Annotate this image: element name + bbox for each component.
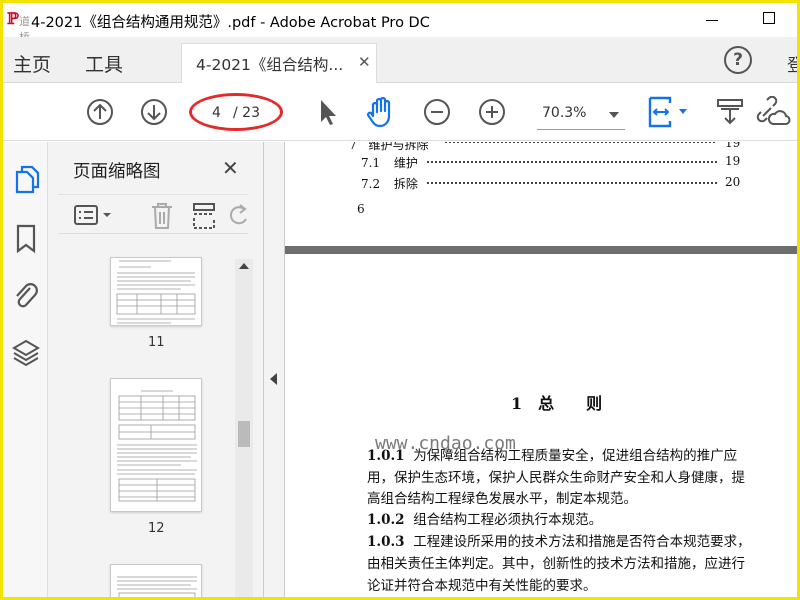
toc-entry: 7.1 维护 <box>361 154 418 171</box>
toc-title: 维护 <box>393 156 418 170</box>
toc-entry: 7.2 拆除 <box>361 175 418 192</box>
minimize-icon[interactable] <box>703 10 723 30</box>
bookmarks-icon[interactable] <box>15 224 37 254</box>
clause-text: 工程建设所采用的技术方法和措施是否符合本规范要求， <box>413 534 751 550</box>
collapse-arrow-icon[interactable] <box>270 373 277 385</box>
paragraph-line: 用，保护生态环境，保护人民群众生命财产安全和人身健康，提 <box>367 470 745 486</box>
thumbnail-page-number: 12 <box>148 521 165 536</box>
page-number: 6 <box>357 202 365 216</box>
share-link-icon[interactable] <box>755 96 791 128</box>
chapter-title: 1 总 则 <box>511 394 603 413</box>
pdf-page: 1 总 则 1.0.1 为保障组合结构工程质量安全，促进组合结构的推广应 用，保… <box>285 254 797 597</box>
clause-number: 1.0.2 <box>367 512 405 528</box>
thumbnail-scrollbar[interactable] <box>235 259 253 597</box>
tab-document[interactable]: 4-2021《组合结构... ✕ <box>181 43 377 83</box>
attachments-icon[interactable] <box>12 280 40 312</box>
help-icon[interactable]: ? <box>724 46 752 74</box>
document-view[interactable]: 7 维护与拆除 19 7.1 维护 19 7.2 拆除 20 6 1 总 则 1… <box>285 142 797 597</box>
fit-page-icon[interactable] <box>646 95 692 129</box>
toc-leader <box>427 161 717 163</box>
acrobat-window: ℙ 道桥 4-2021《组合结构通用规范》.pdf - Adobe Acroba… <box>3 3 797 597</box>
tab-tools[interactable]: 工具 <box>85 50 123 77</box>
tab-document-label: 4-2021《组合结构... <box>196 56 344 74</box>
toc-title: 拆除 <box>393 177 418 191</box>
panel-toolbar <box>58 194 248 234</box>
total-pages-label: / 23 <box>233 105 260 121</box>
toc-number: 7.2 <box>361 177 381 191</box>
toc-page: 19 <box>725 142 741 150</box>
page-thumbnails-panel: 页面缩略图 ✕ 11 12 <box>48 142 264 597</box>
page-number-field[interactable]: 4 / 23 <box>200 102 262 128</box>
current-page-input[interactable]: 4 <box>212 105 221 121</box>
thumbnail-content-image <box>116 260 196 324</box>
title-bar: ℙ 道桥 4-2021《组合结构通用规范》.pdf - Adobe Acroba… <box>3 3 797 44</box>
zoom-value: 70.3% <box>542 105 587 121</box>
toc-number: 7.1 <box>361 156 381 170</box>
pdf-logo-icon: ℙ <box>7 9 20 28</box>
scroll-mode-icon[interactable] <box>715 97 745 127</box>
sign-in-partial[interactable]: 登 <box>787 51 797 76</box>
app-logo: ℙ 道桥 <box>7 9 30 44</box>
thumbnail-content-image <box>117 390 197 502</box>
zoom-out-icon[interactable] <box>422 97 452 127</box>
zoom-in-icon[interactable] <box>477 97 507 127</box>
maximize-icon[interactable] <box>763 12 775 24</box>
select-cursor-icon[interactable] <box>316 97 340 127</box>
clause-text: 组合结构工程必须执行本规范。 <box>413 512 603 528</box>
next-page-icon[interactable] <box>139 97 169 127</box>
rotate-page-icon[interactable] <box>228 203 250 229</box>
panel-collapse-strip[interactable] <box>264 142 285 597</box>
thumbnail-content-image <box>117 576 197 597</box>
chevron-down-icon <box>609 112 619 118</box>
layers-icon[interactable] <box>11 338 41 368</box>
clause-number: 1.0.3 <box>367 534 405 550</box>
toc-title: 维护与拆除 <box>368 142 429 152</box>
paragraph-line: 论证并符合本规范中有关性能的要求。 <box>367 578 597 594</box>
toc-page: 19 <box>725 154 741 168</box>
zoom-dropdown[interactable]: 70.3% <box>537 100 625 130</box>
toc-page: 20 <box>725 175 741 189</box>
insert-page-icon[interactable] <box>191 202 217 230</box>
page-thumbnail[interactable] <box>110 257 202 326</box>
paragraph-line: 1.0.3 工程建设所采用的技术方法和措施是否符合本规范要求， <box>367 530 751 550</box>
pdf-page: 7 维护与拆除 19 7.1 维护 19 7.2 拆除 20 6 <box>285 142 797 246</box>
left-rail <box>3 142 48 597</box>
paragraph-line: 1.0.2 组合结构工程必须执行本规范。 <box>367 508 602 528</box>
close-tab-icon[interactable]: ✕ <box>358 53 371 71</box>
hand-tool-icon[interactable] <box>364 94 400 130</box>
toc-number: 7 <box>349 142 357 152</box>
page-separator <box>285 246 797 254</box>
page-thumbnail[interactable] <box>110 564 202 597</box>
toc-leader <box>445 142 715 143</box>
main-toolbar <box>3 83 797 141</box>
page-thumbnail[interactable] <box>110 378 202 512</box>
scroll-up-icon[interactable] <box>239 263 249 269</box>
tab-row: 主页 工具 4-2021《组合结构... ✕ ? 登 <box>3 37 797 83</box>
toc-leader <box>427 182 717 184</box>
paragraph-line: 由相关责任主体判定。其中，创新性的技术方法和措施，应进行 <box>367 556 745 572</box>
page-thumbnails-icon[interactable] <box>12 164 40 196</box>
options-menu-icon[interactable] <box>74 204 116 226</box>
close-panel-icon[interactable]: ✕ <box>222 156 239 180</box>
tab-home[interactable]: 主页 <box>13 50 51 77</box>
previous-page-icon[interactable] <box>85 97 115 127</box>
panel-title: 页面缩略图 <box>73 162 161 182</box>
window-title: 4-2021《组合结构通用规范》.pdf - Adobe Acrobat Pro… <box>31 15 430 31</box>
paragraph-line: 高组合结构工程绿色发展水平，制定本规范。 <box>367 491 637 507</box>
delete-page-icon[interactable] <box>150 202 174 230</box>
thumbnail-page-number: 11 <box>148 335 165 350</box>
scrollbar-thumb[interactable] <box>238 421 250 447</box>
site-watermark: www.cndao.com <box>375 433 516 454</box>
toc-entry: 7 维护与拆除 <box>349 142 428 153</box>
